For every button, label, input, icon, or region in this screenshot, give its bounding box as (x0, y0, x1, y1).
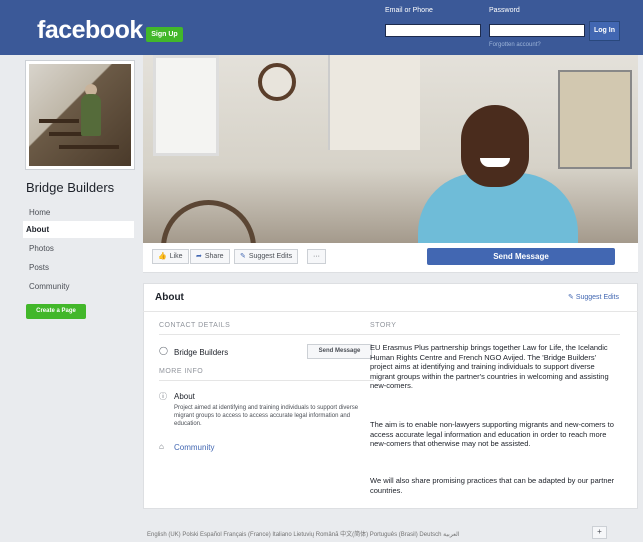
story-paragraph-2: The aim is to enable non-lawyers support… (370, 420, 614, 448)
suggest-edits-link-label: Suggest Edits (575, 294, 620, 301)
sidebar-item-about[interactable]: About (23, 221, 134, 238)
email-field[interactable] (385, 24, 481, 37)
more-button[interactable]: ··· (307, 249, 326, 264)
suggest-edits-label: Suggest Edits (248, 253, 293, 260)
password-label: Password (489, 7, 520, 14)
sidebar-item-photos[interactable]: Photos (26, 240, 134, 257)
contact-details-header: CONTACT DETAILS (159, 322, 231, 329)
suggest-edits-link[interactable]: ✎ Suggest Edits (568, 293, 619, 301)
forgot-account-link[interactable]: Forgotten account? (489, 42, 541, 48)
pencil-icon: ✎ (240, 253, 246, 260)
pencil-icon: ✎ (568, 294, 576, 301)
share-arrow-icon: ➦ (196, 253, 202, 260)
top-bar: facebook Sign Up Email or Phone Password… (0, 0, 643, 55)
thumbs-up-icon: 👍 (158, 253, 167, 260)
about-description: Project aimed at identifying and trainin… (174, 405, 359, 427)
password-field[interactable] (489, 24, 585, 37)
sidebar-item-community[interactable]: Community (26, 278, 134, 295)
send-message-button[interactable]: Send Message (427, 248, 615, 265)
sign-up-button[interactable]: Sign Up (146, 27, 183, 42)
contact-icon: ◯ (159, 346, 168, 355)
divider (159, 334, 374, 335)
divider (143, 311, 638, 312)
profile-picture[interactable] (25, 60, 135, 170)
log-in-button[interactable]: Log In (589, 21, 620, 41)
sidebar-item-home[interactable]: Home (26, 204, 134, 221)
page-name[interactable]: Bridge Builders (26, 180, 114, 195)
cover-photo[interactable] (143, 55, 638, 243)
divider (159, 380, 374, 381)
about-label: About (174, 392, 195, 401)
more-info-header: MORE INFO (159, 368, 204, 375)
info-icon: ⓘ (159, 392, 167, 401)
story-paragraph-3: We will also share promising practices t… (370, 476, 615, 495)
send-message-small-button[interactable]: Send Message (307, 344, 372, 359)
share-label: Share (204, 253, 224, 260)
sidebar-item-posts[interactable]: Posts (26, 259, 134, 276)
contact-name: Bridge Builders (174, 348, 229, 357)
clock-shape (258, 63, 296, 101)
suggest-edits-button[interactable]: ✎ Suggest Edits (234, 249, 299, 264)
share-button[interactable]: ➦ Share (190, 249, 230, 264)
community-link[interactable]: Community (174, 443, 214, 452)
profile-photo (29, 64, 131, 166)
create-page-button[interactable]: Create a Page (26, 304, 86, 319)
like-button[interactable]: 👍 Like (152, 249, 189, 264)
facebook-logo[interactable]: facebook (37, 16, 143, 45)
language-list[interactable]: English (UK) Polski Español Français (Fr… (147, 529, 460, 538)
story-paragraph-1: EU Erasmus Plus partnership brings toget… (370, 343, 609, 390)
email-label: Email or Phone (385, 7, 433, 14)
more-languages-button[interactable]: + (592, 526, 607, 539)
divider (370, 334, 620, 335)
like-label: Like (169, 253, 183, 260)
community-icon: ⌂ (159, 442, 164, 451)
about-title: About (155, 292, 184, 303)
story-header: STORY (370, 322, 397, 329)
